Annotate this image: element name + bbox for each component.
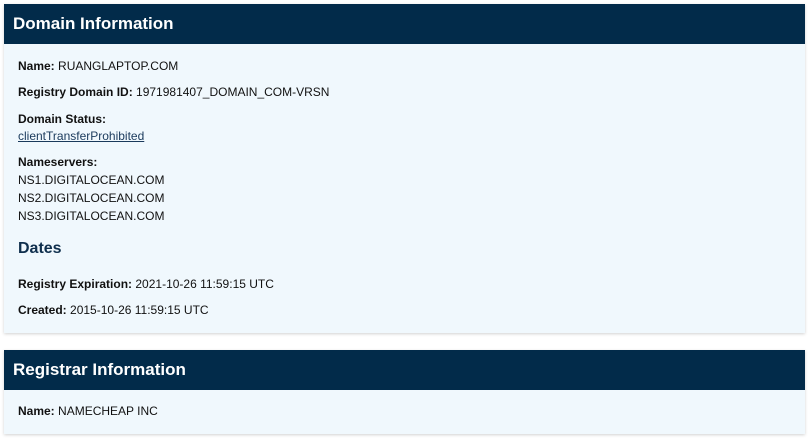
domain-status-label: Domain Status:: [18, 112, 107, 126]
name-label: Name:: [18, 59, 55, 73]
registry-expiration-row: Registry Expiration: 2021-10-26 11:59:15…: [18, 275, 274, 293]
nameserver-2: NS2.DIGITALOCEAN.COM: [18, 191, 165, 205]
registrar-name-value: NAMECHEAP INC: [58, 404, 158, 418]
dates-heading: Dates: [18, 240, 62, 257]
registrar-name-row: Name: NAMECHEAP INC: [18, 402, 158, 420]
created-label: Created:: [18, 303, 67, 317]
nameserver-1: NS1.DIGITALOCEAN.COM: [18, 173, 165, 187]
name-value: RUANGLAPTOP.COM: [58, 59, 179, 73]
created-value: 2015-10-26 11:59:15 UTC: [70, 303, 209, 317]
registry-domain-id-value: 1971981407_DOMAIN_COM-VRSN: [136, 85, 330, 99]
registry-domain-id-row: Registry Domain ID: 1971981407_DOMAIN_CO…: [18, 83, 329, 101]
registrar-information-card: Registrar Information Name: NAMECHEAP IN…: [4, 350, 805, 434]
domain-status-row: clientTransferProhibited: [18, 127, 144, 145]
registry-expiration-value: 2021-10-26 11:59:15 UTC: [135, 277, 274, 291]
domain-information-card: Domain Information Name: RUANGLAPTOP.COM…: [4, 4, 805, 333]
name-row: Name: RUANGLAPTOP.COM: [18, 57, 178, 75]
registrar-name-label: Name:: [18, 404, 55, 418]
registry-expiration-label: Registry Expiration:: [18, 277, 133, 291]
nameserver-3: NS3.DIGITALOCEAN.COM: [18, 209, 165, 223]
domain-status-link[interactable]: clientTransferProhibited: [18, 129, 144, 143]
nameservers-label: Nameservers:: [18, 155, 98, 169]
registrar-information-header: Registrar Information: [4, 350, 805, 390]
created-row: Created: 2015-10-26 11:59:15 UTC: [18, 301, 209, 319]
registry-domain-id-label: Registry Domain ID:: [18, 85, 133, 99]
domain-information-header: Domain Information: [4, 4, 805, 44]
